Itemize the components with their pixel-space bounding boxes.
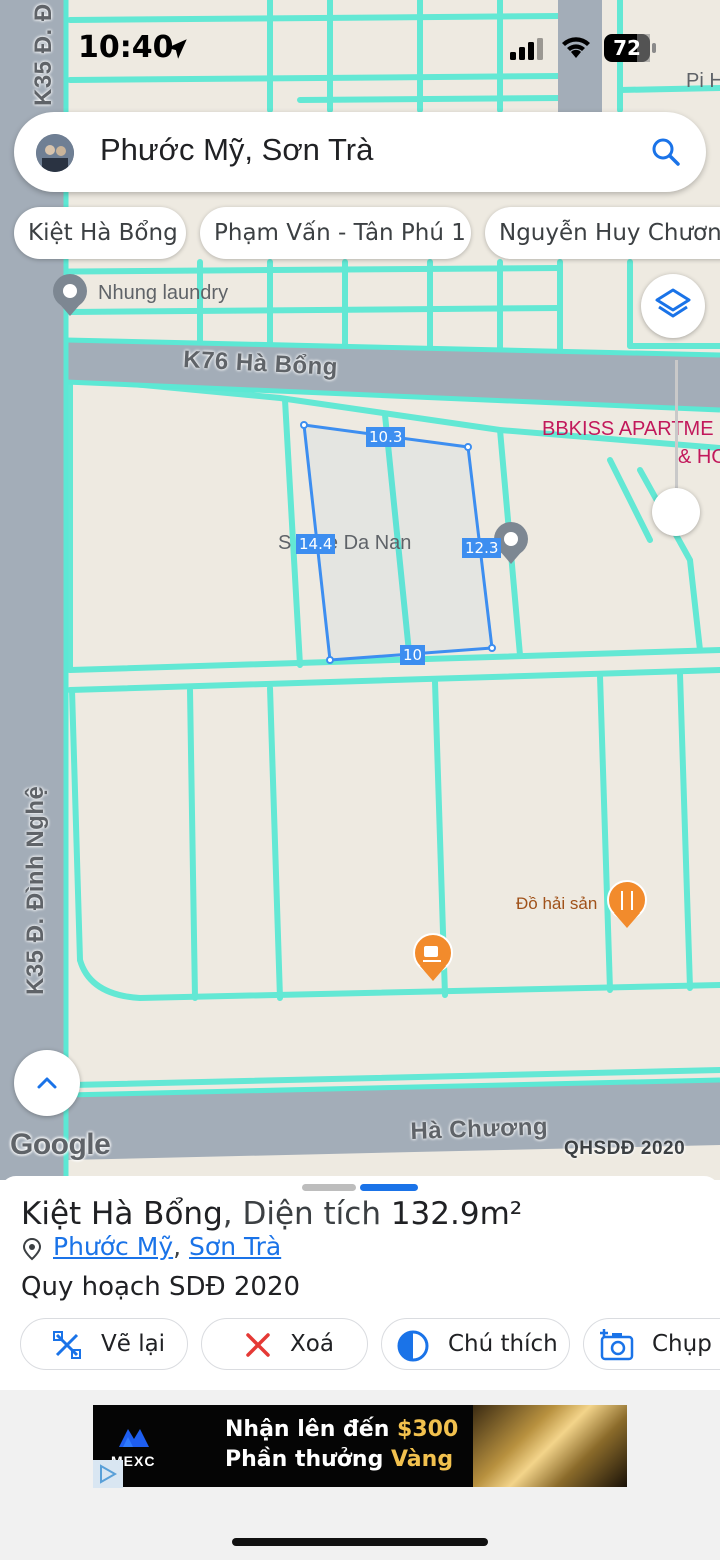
signal-icon (510, 38, 543, 60)
location-arrow-icon (167, 39, 187, 59)
area-value: 132.9m² (390, 1196, 523, 1232)
ad-line-1: Nhận lên đến $300 (225, 1417, 458, 1442)
sheet-handle[interactable] (302, 1184, 356, 1191)
plan-subtitle: Quy hoạch SDĐ 2020 (21, 1272, 301, 1302)
poi-laundry-label[interactable]: Nhung laundry (98, 282, 228, 305)
info-sheet: Kiệt Hà Bổng, Diện tích 132.9m² Phước Mỹ… (0, 1176, 720, 1390)
camera-icon (600, 1329, 634, 1361)
ad-amount: $300 (397, 1417, 459, 1442)
legend-button[interactable]: Chú thích (381, 1318, 570, 1370)
location-pin-icon (22, 1237, 42, 1261)
status-time: 10:40 (78, 30, 174, 65)
place-name: Kiệt Hà Bổng (21, 1196, 223, 1232)
avatar[interactable] (36, 134, 74, 172)
opacity-slider-handle[interactable] (652, 488, 700, 536)
measurement-left: 14.4 (296, 534, 336, 554)
half-circle-icon (397, 1330, 429, 1362)
status-bar: 10:40 72 (0, 0, 720, 96)
search-input[interactable]: Phước Mỹ, Sơn Trà (100, 132, 373, 168)
gold-bar-image (473, 1405, 627, 1487)
wifi-icon (562, 37, 590, 58)
search-bar[interactable]: Phước Mỹ, Sơn Trà (14, 112, 706, 192)
map-layer-label: QHSDĐ 2020 (564, 1138, 686, 1159)
poi-bbkiss-label-2: & HO (678, 446, 720, 468)
sheet-handle-active[interactable] (360, 1184, 418, 1191)
suggestion-chips: Kiệt Hà Bổng Phạm Vấn - Tân Phú 1 Nguyễn… (14, 207, 720, 261)
expand-up-button[interactable] (14, 1050, 80, 1116)
ad-area: MEXC Nhận lên đến $300 Phần thưởng Vàng (0, 1390, 720, 1560)
redraw-icon (53, 1331, 81, 1359)
ad-choices-icon[interactable] (93, 1460, 123, 1488)
google-attribution: Google (10, 1128, 111, 1161)
chip-pham-van[interactable]: Phạm Vấn - Tân Phú 1 (200, 207, 471, 259)
map-view[interactable]: K35 Đ. Đ K35 Đ. Đình Nghệ K76 Hà Bổng Hà… (0, 0, 720, 1180)
redraw-label: Vẽ lại (101, 1331, 166, 1357)
place-title: Kiệt Hà Bổng, Diện tích 132.9m² (21, 1196, 522, 1232)
ward-link[interactable]: Phước Mỹ (53, 1232, 173, 1261)
layers-button[interactable] (641, 274, 705, 338)
battery-icon: 72 (604, 34, 656, 62)
measurement-top: 10.3 (366, 427, 406, 447)
district-link[interactable]: Sơn Trà (189, 1232, 281, 1261)
battery-level: 72 (613, 36, 641, 60)
delete-button[interactable]: Xoá (201, 1318, 368, 1370)
road-label-k35-left: K35 Đ. Đình Nghệ (22, 785, 49, 995)
capture-button[interactable]: Chụp ả (583, 1318, 720, 1370)
address-line: Phước Mỹ, Sơn Trà (53, 1232, 281, 1261)
legend-label: Chú thích (448, 1331, 558, 1357)
home-indicator[interactable] (232, 1538, 488, 1546)
chip-nguyen-huy-chuong[interactable]: Nguyễn Huy Chương (485, 207, 720, 259)
close-icon (246, 1333, 270, 1357)
measurement-right: 12.3 (462, 538, 502, 558)
layers-icon (655, 288, 691, 318)
road-label-ha-chuong: Hà Chương (410, 1113, 549, 1145)
chevron-up-icon (37, 1077, 57, 1089)
delete-label: Xoá (290, 1331, 334, 1357)
ad-highlight: Vàng (390, 1447, 454, 1472)
chip-kiet-ha-bong[interactable]: Kiệt Hà Bổng (14, 207, 186, 259)
redraw-button[interactable]: Vẽ lại (20, 1318, 188, 1370)
measurement-bottom: 10 (400, 645, 426, 665)
poi-bbkiss-label[interactable]: BBKISS APARTME (542, 418, 714, 441)
ad-line-1-text: Nhận lên đến (225, 1417, 398, 1442)
capture-label: Chụp ả (652, 1331, 720, 1357)
poi-seafood-label[interactable]: Đồ hải sản (516, 894, 597, 914)
area-prefix: , Diện tích (222, 1196, 391, 1232)
address-separator: , (173, 1232, 182, 1261)
ad-line-2-text: Phần thưởng (225, 1447, 391, 1472)
ad-banner[interactable]: MEXC Nhận lên đến $300 Phần thưởng Vàng (93, 1405, 627, 1487)
ad-line-2: Phần thưởng Vàng (225, 1447, 453, 1472)
search-icon[interactable] (650, 136, 682, 168)
mexc-logo-icon (119, 1429, 149, 1447)
